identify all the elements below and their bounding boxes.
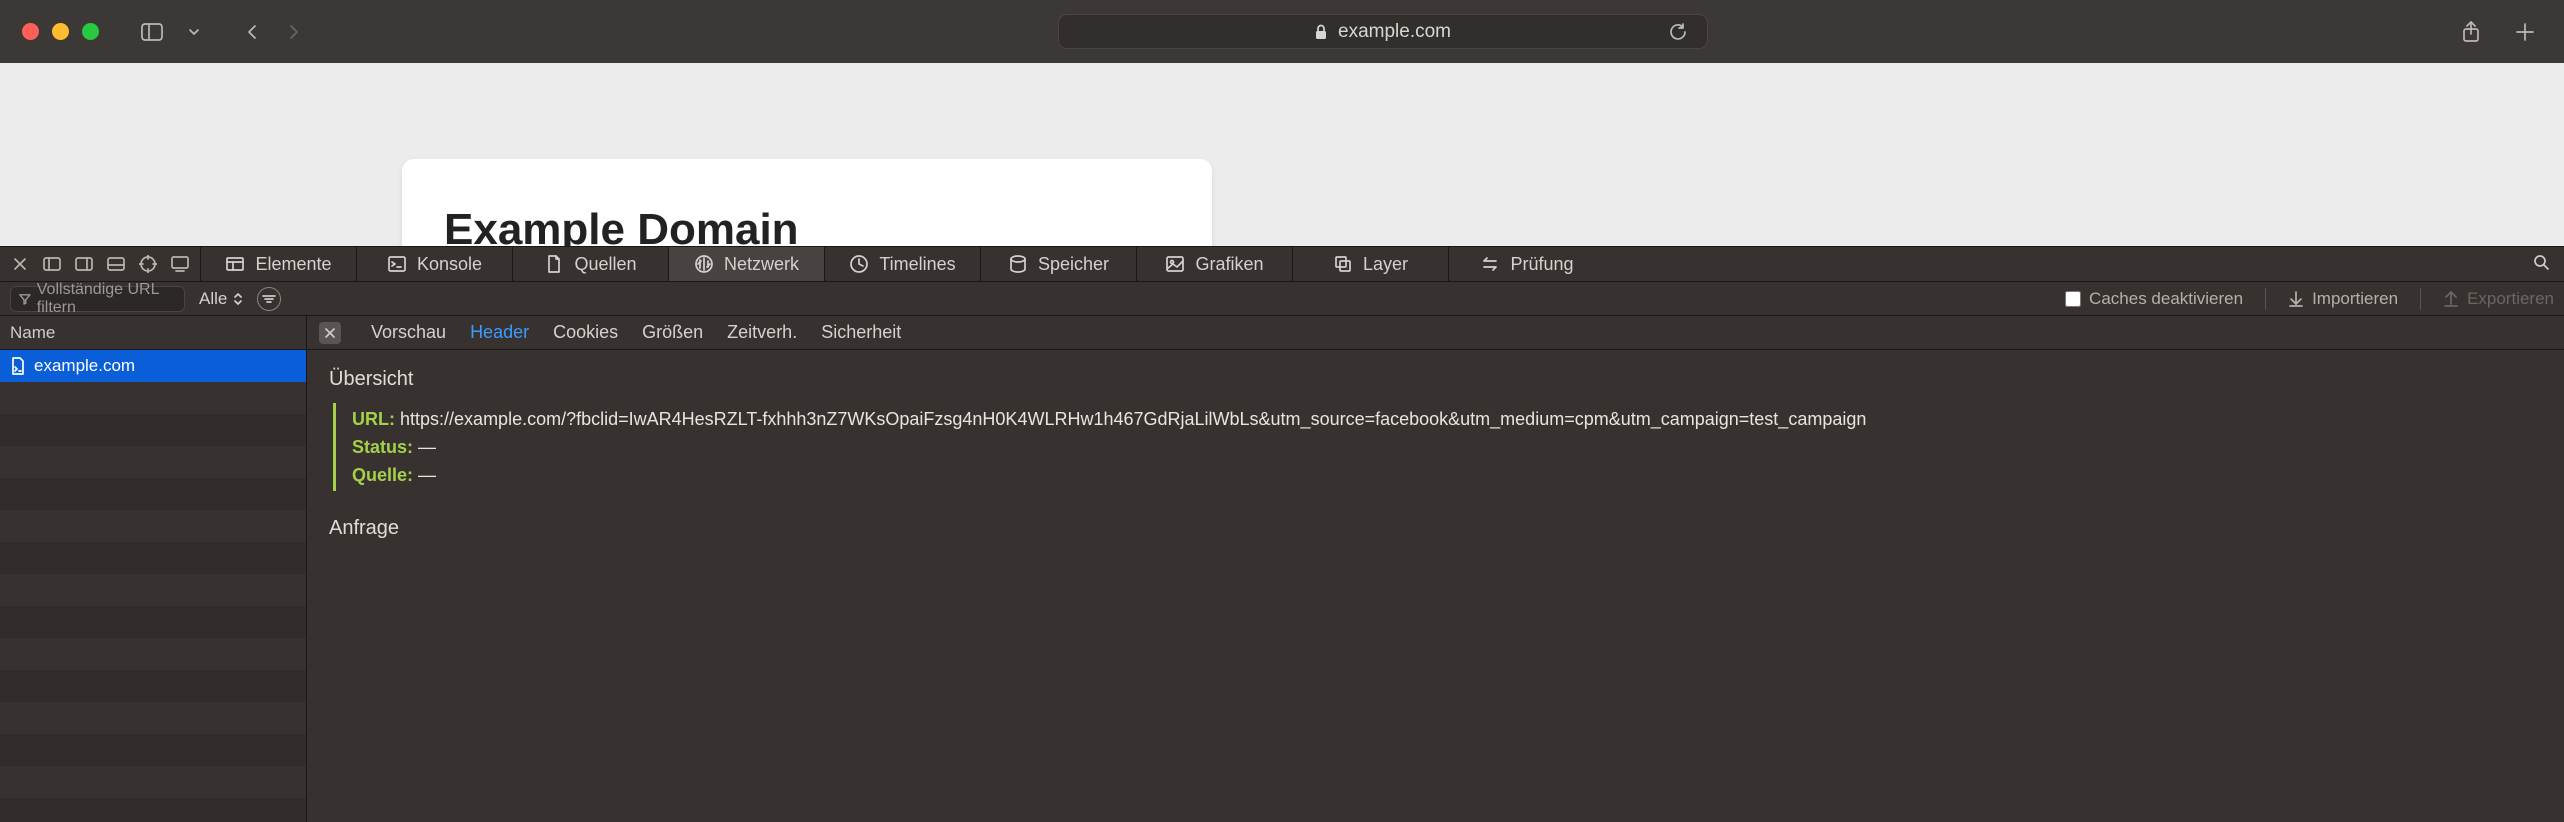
close-devtools-button[interactable] bbox=[6, 250, 34, 278]
close-details-button[interactable] bbox=[319, 322, 341, 344]
overview-section: Übersicht URL: https://example.com/?fbcl… bbox=[307, 350, 2564, 499]
filter-type-all[interactable]: Alle bbox=[199, 289, 243, 309]
address-bar[interactable]: example.com bbox=[1058, 14, 1708, 49]
url-filter-input[interactable]: Vollständige URL filtern bbox=[10, 286, 185, 312]
tab-elements[interactable]: Elemente bbox=[201, 247, 357, 281]
disable-caches-checkbox[interactable]: Caches deaktivieren bbox=[2065, 289, 2243, 309]
request-section: Anfrage bbox=[307, 499, 2564, 560]
filter-icon bbox=[19, 292, 31, 306]
responsive-mode-button[interactable] bbox=[166, 250, 194, 278]
devtools-tab-bar: Elemente Konsole Quellen Netzwerk Timeli… bbox=[0, 246, 2564, 282]
tab-storage[interactable]: Speicher bbox=[981, 247, 1137, 281]
filter-options-button[interactable] bbox=[257, 287, 281, 311]
tab-layers[interactable]: Layer bbox=[1293, 247, 1449, 281]
tab-timelines[interactable]: Timelines bbox=[825, 247, 981, 281]
forward-button[interactable] bbox=[277, 17, 311, 47]
element-picker-button[interactable] bbox=[134, 250, 162, 278]
overview-url-row: URL: https://example.com/?fbclid=IwAR4He… bbox=[352, 405, 2542, 433]
overview-title: Übersicht bbox=[329, 368, 2542, 391]
request-list-header: Name bbox=[0, 316, 306, 350]
overview-source-row: Quelle: — bbox=[352, 461, 2542, 489]
network-filter-bar: Vollständige URL filtern Alle Caches dea… bbox=[0, 282, 2564, 316]
import-icon bbox=[2288, 291, 2304, 307]
back-button[interactable] bbox=[235, 17, 269, 47]
request-section-title: Anfrage bbox=[329, 517, 2542, 540]
request-details-pane: Vorschau Header Cookies Größen Zeitverh.… bbox=[307, 316, 2564, 822]
detail-tab-preview[interactable]: Vorschau bbox=[371, 322, 446, 343]
request-item-example[interactable]: example.com bbox=[0, 350, 306, 382]
detail-tab-timing[interactable]: Zeitverh. bbox=[727, 322, 797, 343]
search-button[interactable] bbox=[2532, 253, 2564, 276]
tab-audit[interactable]: Prüfung bbox=[1449, 247, 1605, 281]
page-title: Example Domain bbox=[444, 205, 1170, 246]
page-content-area: Example Domain bbox=[0, 63, 2564, 246]
traffic-lights bbox=[22, 23, 99, 40]
tab-console[interactable]: Konsole bbox=[357, 247, 513, 281]
tab-sources[interactable]: Quellen bbox=[513, 247, 669, 281]
export-button[interactable]: Exportieren bbox=[2443, 289, 2554, 309]
new-tab-button[interactable] bbox=[2508, 17, 2542, 47]
detail-tab-cookies[interactable]: Cookies bbox=[553, 322, 618, 343]
document-icon bbox=[10, 357, 26, 375]
reload-button[interactable] bbox=[1661, 17, 1695, 47]
dock-left-button[interactable] bbox=[38, 250, 66, 278]
export-icon bbox=[2443, 291, 2459, 307]
page-card: Example Domain bbox=[402, 159, 1212, 246]
minimize-window-button[interactable] bbox=[52, 23, 69, 40]
overview-status-row: Status: — bbox=[352, 433, 2542, 461]
detail-tab-headers[interactable]: Header bbox=[470, 322, 529, 343]
import-button[interactable]: Importieren bbox=[2288, 289, 2398, 309]
detail-tab-sizes[interactable]: Größen bbox=[642, 322, 703, 343]
maximize-window-button[interactable] bbox=[82, 23, 99, 40]
share-button[interactable] bbox=[2454, 17, 2488, 47]
address-bar-domain: example.com bbox=[1338, 21, 1451, 43]
detail-tab-security[interactable]: Sicherheit bbox=[821, 322, 901, 343]
tab-graphics[interactable]: Grafiken bbox=[1137, 247, 1293, 281]
tab-group-dropdown[interactable] bbox=[177, 17, 211, 47]
close-window-button[interactable] bbox=[22, 23, 39, 40]
request-list-sidebar: Name example.com bbox=[0, 316, 307, 822]
sidebar-toggle-button[interactable] bbox=[135, 17, 169, 47]
lock-icon bbox=[1314, 24, 1328, 40]
updown-icon bbox=[233, 292, 243, 306]
tab-network[interactable]: Netzwerk bbox=[669, 247, 825, 281]
dock-right-button[interactable] bbox=[70, 250, 98, 278]
dock-bottom-button[interactable] bbox=[102, 250, 130, 278]
browser-toolbar: example.com bbox=[0, 0, 2564, 63]
